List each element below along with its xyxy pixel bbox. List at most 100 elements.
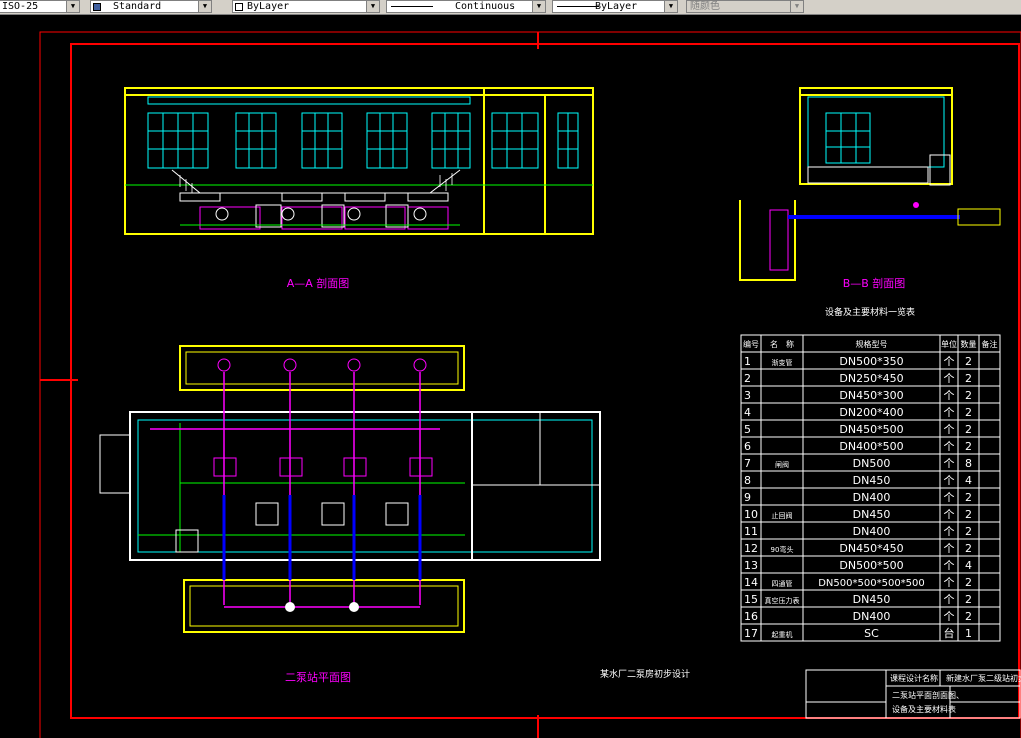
dimstyle-value: ISO-25 xyxy=(2,1,39,12)
section-b-title: B—B 剖面图 xyxy=(843,276,906,290)
table-cell: 个 xyxy=(944,406,955,419)
table-cell: 12 xyxy=(744,542,758,555)
table-cell: 个 xyxy=(944,593,955,606)
table-cell: DN450 xyxy=(853,474,891,487)
table-cell: 个 xyxy=(944,508,955,521)
table-cell: DN450*450 xyxy=(839,542,903,555)
table-cell: 10 xyxy=(744,508,758,521)
table-header-cell: 规格型号 xyxy=(856,339,888,349)
table-cell: 2 xyxy=(965,576,972,589)
table-cell: DN400*500 xyxy=(839,440,903,453)
titleblock-drawing-name-2: 设备及主要材料表 xyxy=(892,704,956,714)
table-cell: DN450*500 xyxy=(839,423,903,436)
plan-note: 某水厂二泵房初步设计 xyxy=(600,668,690,680)
table-cell: 1 xyxy=(965,627,972,640)
table-cell: 5 xyxy=(744,423,751,436)
section-b-b: B—B 剖面图 xyxy=(739,87,1001,290)
table-cell: DN450 xyxy=(853,593,891,606)
table-cell: 2 xyxy=(965,525,972,538)
table-cell: 3 xyxy=(744,389,751,402)
section-a-a: A—A 剖面图 xyxy=(124,87,594,290)
table-cell: 2 xyxy=(965,372,972,385)
table-cell: 个 xyxy=(944,440,955,453)
drawing-canvas[interactable]: A—A 剖面图 B—B 剖面图 二泵站平面图 某水厂二泵房初步设计 设备及主要材… xyxy=(0,15,1021,738)
table-cell: 个 xyxy=(944,610,955,623)
plan-title: 二泵站平面图 xyxy=(285,670,351,684)
chevron-down-icon[interactable]: ▼ xyxy=(532,1,545,12)
table-cell: DN400 xyxy=(853,610,891,623)
table-cell: DN500*500 xyxy=(839,559,903,572)
linetype-dropdown[interactable]: Continuous ▼ xyxy=(386,0,546,13)
table-cell: 90弯头 xyxy=(771,545,794,554)
table-cell: 闸阀 xyxy=(775,460,789,469)
table-header-cell: 编号 xyxy=(743,339,759,349)
chevron-down-icon[interactable]: ▼ xyxy=(664,1,677,12)
title-block: 课程设计名称 新建水厂泵二级站初步设计 二泵站平面剖面图、 设备及主要材料表 xyxy=(805,669,1021,719)
table-cell: 2 xyxy=(965,610,972,623)
table-cell: 2 xyxy=(965,423,972,436)
lineweight-dropdown[interactable]: ByLayer ▼ xyxy=(552,0,678,13)
table-cell: 8 xyxy=(965,457,972,470)
table-cell: 1 xyxy=(744,355,751,368)
table-cell: 个 xyxy=(944,355,955,368)
textstyle-dropdown[interactable]: Standard ▼ xyxy=(90,0,212,13)
table-cell: DN450*300 xyxy=(839,389,903,402)
table-cell: 2 xyxy=(965,542,972,555)
table-header-cell: 单位 xyxy=(941,339,957,349)
table-grid: 编号名 称规格型号 单位 数量 备注1 渐变管 DN500*350 个 22 DN250*450… xyxy=(740,334,1001,642)
table-cell: 14 xyxy=(744,576,758,589)
table-cell: 7 xyxy=(744,457,751,470)
table-cell: 2 xyxy=(965,389,972,402)
table-header-cell: 数量 xyxy=(961,339,977,349)
chevron-down-icon[interactable]: ▼ xyxy=(366,1,379,12)
table-cell: 4 xyxy=(965,559,972,572)
section-a-title: A—A 剖面图 xyxy=(287,276,350,290)
table-cell: DN500 xyxy=(853,457,891,470)
table-cell: 9 xyxy=(744,491,751,504)
table-cell: DN200*400 xyxy=(839,406,903,419)
table-cell: 渐变管 xyxy=(772,358,793,367)
plotstyle-dropdown: 随颜色 ▼ xyxy=(686,0,804,13)
table-cell: 个 xyxy=(944,423,955,436)
table-cell: 4 xyxy=(744,406,751,419)
table-cell: 个 xyxy=(944,542,955,555)
table-cell: 2 xyxy=(965,355,972,368)
table-cell: 真空压力表 xyxy=(765,596,800,605)
table-header-cell: 名 称 xyxy=(770,339,794,349)
pump-station-plan: 二泵站平面图 某水厂二泵房初步设计 xyxy=(99,345,690,684)
table-cell: 6 xyxy=(744,440,751,453)
titleblock-drawing-name-1: 二泵站平面剖面图、 xyxy=(892,690,964,700)
table-cell: 16 xyxy=(744,610,758,623)
table-cell: DN250*450 xyxy=(839,372,903,385)
titleblock-project-name: 新建水厂泵二级站初步设计 xyxy=(946,673,1021,683)
chevron-down-icon[interactable]: ▼ xyxy=(198,1,211,12)
table-cell: 止回阀 xyxy=(772,511,793,520)
table-cell: 个 xyxy=(944,474,955,487)
properties-toolbar: ISO-25 ▼ Standard ▼ ByLayer ▼ Continuous… xyxy=(0,0,1021,15)
table-cell: 13 xyxy=(744,559,758,572)
table-cell: 个 xyxy=(944,389,955,402)
table-cell: SC xyxy=(864,627,879,640)
table-cell: 15 xyxy=(744,593,758,606)
table-cell: 个 xyxy=(944,559,955,572)
table-cell: 2 xyxy=(965,491,972,504)
table-cell: 2 xyxy=(965,508,972,521)
table-title: 设备及主要材料一览表 xyxy=(825,306,915,318)
table-cell: 2 xyxy=(965,440,972,453)
layer-color-value: ByLayer xyxy=(247,1,290,12)
lineweight-preview xyxy=(557,6,599,7)
linetype-value: Continuous xyxy=(455,1,516,12)
table-cell: 2 xyxy=(965,406,972,419)
table-header-cell: 备注 xyxy=(982,339,998,349)
dimstyle-dropdown[interactable]: ISO-25 ▼ xyxy=(0,0,80,13)
chevron-down-icon: ▼ xyxy=(790,1,803,12)
table-cell: 个 xyxy=(944,457,955,470)
plotstyle-value: 随颜色 xyxy=(690,1,720,12)
table-cell: 8 xyxy=(744,474,751,487)
text-style-icon xyxy=(93,3,101,11)
table-cell: 个 xyxy=(944,525,955,538)
chevron-down-icon[interactable]: ▼ xyxy=(66,1,79,12)
table-cell: 个 xyxy=(944,372,955,385)
layer-color-dropdown[interactable]: ByLayer ▼ xyxy=(232,0,380,13)
table-cell: 2 xyxy=(744,372,751,385)
